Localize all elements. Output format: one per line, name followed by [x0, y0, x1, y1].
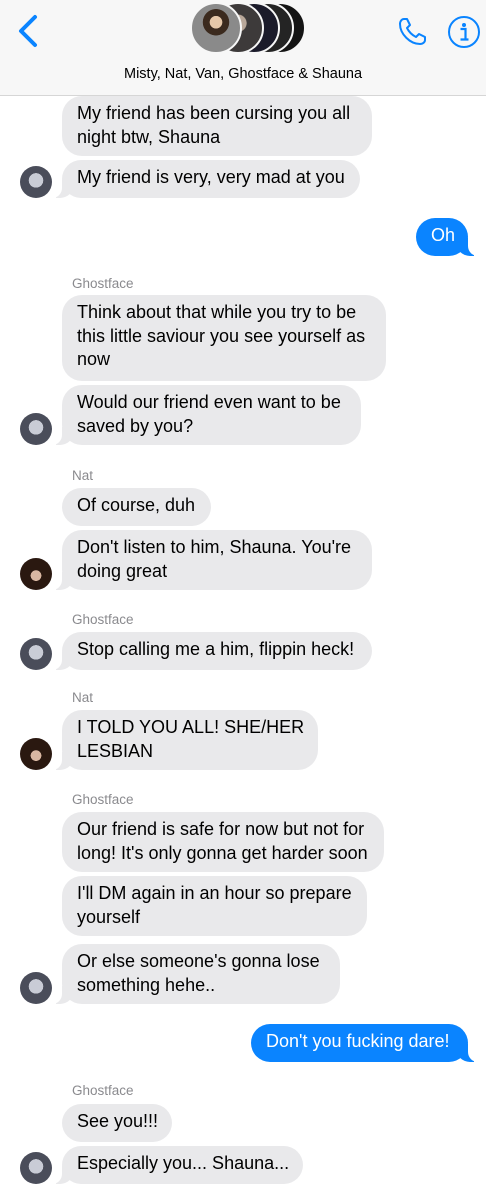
- ghostface-avatar[interactable]: [20, 166, 52, 198]
- message-text: Would our friend even want to be: [77, 392, 341, 412]
- sender-name: Nat: [72, 468, 94, 483]
- incoming-message-bubble[interactable]: Especially you... Shauna...: [52, 1146, 303, 1184]
- info-icon[interactable]: [447, 15, 481, 49]
- incoming-message-bubble[interactable]: Think about that while you try to be this…: [62, 295, 386, 381]
- message-text: I'll DM again in an hour so prepare: [77, 883, 352, 903]
- incoming-message-bubble[interactable]: Would our friend even want to be saved by…: [52, 385, 361, 445]
- message-text: doing great: [77, 560, 168, 581]
- message-text: Don't listen to him, Shauna. You're: [77, 537, 352, 557]
- sender-name: Ghostface: [72, 276, 134, 291]
- ghostface-avatar[interactable]: [20, 972, 52, 1004]
- incoming-message-bubble[interactable]: My friend has been cursing you all night …: [62, 96, 372, 156]
- message-text: See you!!!: [77, 1111, 159, 1131]
- ghostface-avatar[interactable]: [20, 413, 52, 445]
- message-text: saved by you?: [77, 415, 194, 436]
- back-chevron-icon[interactable]: [14, 14, 44, 48]
- message-text: Or else someone's gonna lose: [77, 951, 320, 971]
- avatar: [190, 2, 242, 54]
- message-text: I TOLD YOU ALL! SHE/HER: [77, 717, 305, 737]
- message-text: long! It's only gonna get harder soon: [77, 842, 368, 863]
- incoming-message-bubble[interactable]: I'll DM again in an hour so prepare yours…: [62, 876, 367, 936]
- sender-name: Ghostface: [72, 1083, 134, 1098]
- ghostface-avatar[interactable]: [20, 638, 52, 670]
- incoming-message-bubble[interactable]: Stop calling me a him, flippin heck!: [52, 632, 372, 670]
- message-text: Especially you... Shauna...: [77, 1153, 290, 1173]
- sender-name: Ghostface: [72, 792, 134, 807]
- nat-avatar[interactable]: [20, 738, 52, 770]
- incoming-message-bubble[interactable]: My friend is very, very mad at you: [52, 160, 360, 198]
- message-text: Think about that while you try to be: [77, 302, 357, 322]
- incoming-message-bubble[interactable]: Or else someone's gonna lose something he…: [52, 944, 340, 1004]
- incoming-message-bubble[interactable]: Of course, duh: [62, 488, 211, 526]
- phone-icon[interactable]: [396, 16, 428, 48]
- message-text: LESBIAN: [77, 740, 154, 761]
- message-text: yourself: [77, 906, 141, 927]
- incoming-message-bubble[interactable]: Our friend is safe for now but not for lo…: [62, 812, 384, 872]
- message-text: Stop calling me a him, flippin heck!: [77, 639, 355, 659]
- message-text: Our friend is safe for now but not for: [77, 819, 365, 839]
- outgoing-message-bubble[interactable]: Oh: [416, 218, 478, 256]
- ghostface-avatar[interactable]: [20, 1152, 52, 1184]
- incoming-message-bubble[interactable]: See you!!!: [62, 1104, 172, 1142]
- outgoing-message-bubble[interactable]: Don't you fucking dare!: [251, 1024, 478, 1062]
- sender-name: Ghostface: [72, 612, 134, 627]
- group-title[interactable]: Misty, Nat, Van, Ghostface & Shauna: [0, 66, 486, 82]
- sender-name: Nat: [72, 690, 94, 705]
- group-avatars[interactable]: [190, 2, 310, 58]
- message-text: this little saviour you see yourself as: [77, 325, 366, 346]
- message-text: My friend has been cursing you all: [77, 103, 351, 123]
- incoming-message-bubble[interactable]: Don't listen to him, Shauna. You're doing…: [52, 530, 372, 590]
- message-text: Of course, duh: [77, 495, 196, 515]
- message-text: Oh: [431, 225, 456, 245]
- message-text: something hehe..: [77, 974, 216, 995]
- message-text: My friend is very, very mad at you: [77, 167, 345, 187]
- incoming-message-bubble[interactable]: I TOLD YOU ALL! SHE/HER LESBIAN: [52, 710, 318, 770]
- message-text: Don't you fucking dare!: [266, 1031, 450, 1051]
- chat-header: Misty, Nat, Van, Ghostface & Shauna: [0, 0, 486, 96]
- nat-avatar[interactable]: [20, 558, 52, 590]
- message-list[interactable]: My friend has been cursing you all night …: [0, 96, 486, 1200]
- message-text: now: [77, 349, 111, 369]
- message-text: night btw, Shauna: [77, 126, 221, 147]
